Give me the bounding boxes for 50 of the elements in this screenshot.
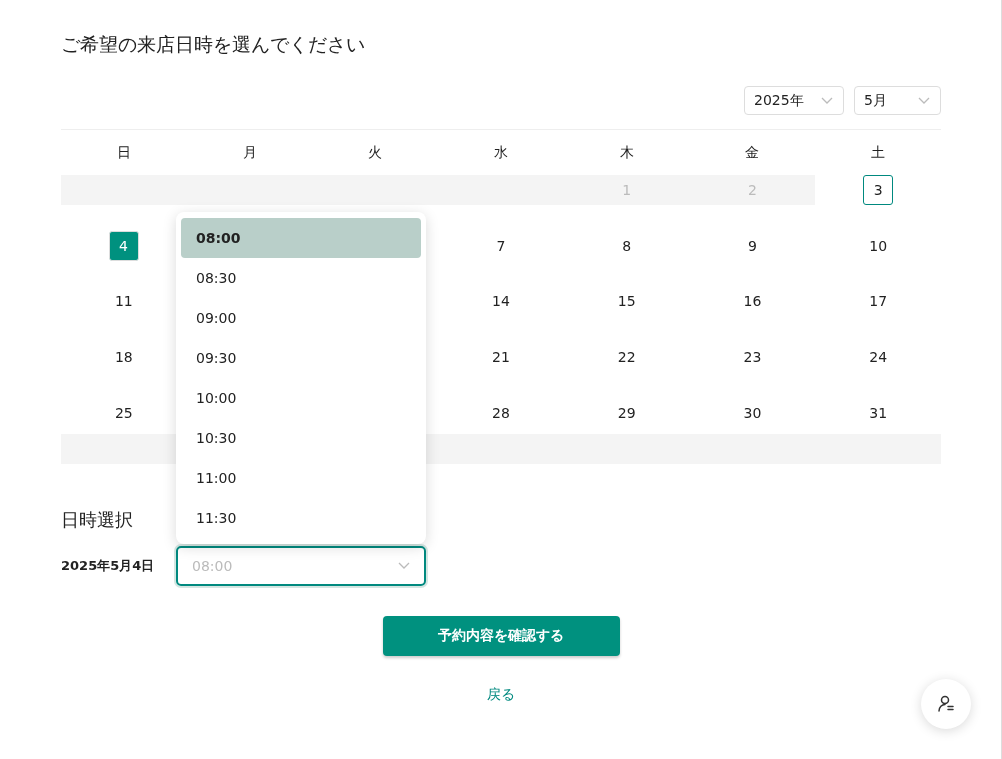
time-option[interactable]: 11:00 bbox=[181, 458, 421, 498]
time-option[interactable]: 10:30 bbox=[181, 418, 421, 458]
calendar-day[interactable]: 29 bbox=[611, 397, 642, 428]
calendar-day[interactable]: 3 bbox=[863, 175, 894, 205]
calendar-day[interactable]: 28 bbox=[486, 397, 516, 428]
weekday-label: 火 bbox=[367, 142, 384, 162]
weekday-label: 月 bbox=[241, 142, 258, 162]
confirm-button[interactable]: 予約内容を確認する bbox=[382, 616, 620, 657]
time-option[interactable]: 11:30 bbox=[181, 498, 421, 538]
account-button[interactable] bbox=[921, 679, 971, 729]
calendar-day[interactable]: 24 bbox=[863, 342, 894, 373]
weekday-label: 土 bbox=[870, 142, 887, 162]
calendar-day[interactable]: 15 bbox=[611, 286, 642, 317]
calendar-day[interactable]: 4 bbox=[108, 230, 139, 261]
person-swap-icon bbox=[937, 695, 955, 713]
calendar-day[interactable]: 22 bbox=[611, 342, 642, 373]
time-option[interactable]: 08:30 bbox=[181, 258, 421, 298]
calendar-day[interactable]: 11 bbox=[108, 286, 139, 317]
calendar-day[interactable]: 25 bbox=[108, 397, 139, 428]
time-option[interactable]: 10:00 bbox=[181, 378, 421, 418]
chevron-down-icon bbox=[918, 96, 930, 105]
calendar-day: 1 bbox=[611, 175, 642, 205]
calendar-day[interactable]: 14 bbox=[486, 286, 516, 317]
calendar-day: 2 bbox=[737, 175, 768, 205]
calendar-day[interactable]: 7 bbox=[486, 230, 516, 261]
year-select[interactable]: 2025年 bbox=[744, 86, 844, 115]
chevron-down-icon bbox=[821, 96, 833, 105]
time-option[interactable]: 09:00 bbox=[181, 298, 421, 338]
month-select[interactable]: 5月 bbox=[854, 86, 941, 115]
weekday-label: 水 bbox=[493, 142, 509, 162]
calendar-day[interactable]: 18 bbox=[108, 342, 139, 373]
calendar-day[interactable]: 17 bbox=[863, 286, 894, 317]
calendar-day[interactable]: 21 bbox=[486, 342, 516, 373]
calendar-day[interactable]: 10 bbox=[863, 230, 894, 261]
date-label: 2025年5月4日 bbox=[61, 557, 156, 576]
weekday-label: 木 bbox=[618, 142, 635, 162]
back-link[interactable]: 戻る bbox=[487, 686, 515, 705]
calendar-day[interactable]: 16 bbox=[737, 286, 768, 317]
section-title: 日時選択 bbox=[61, 508, 133, 533]
weekday-label: 日 bbox=[115, 142, 132, 162]
weekday-label: 金 bbox=[744, 142, 761, 162]
calendar-day[interactable]: 8 bbox=[611, 230, 642, 261]
calendar-day[interactable]: 30 bbox=[737, 397, 768, 428]
calendar-day[interactable]: 31 bbox=[863, 397, 894, 428]
time-option[interactable]: 09:30 bbox=[181, 338, 421, 378]
chevron-down-icon bbox=[398, 562, 410, 571]
time-option[interactable]: 08:00 bbox=[181, 218, 421, 258]
page-heading: ご希望の来店日時を選んでください bbox=[61, 32, 366, 57]
calendar-day[interactable]: 9 bbox=[737, 230, 768, 261]
calendar-day[interactable]: 23 bbox=[737, 342, 768, 373]
